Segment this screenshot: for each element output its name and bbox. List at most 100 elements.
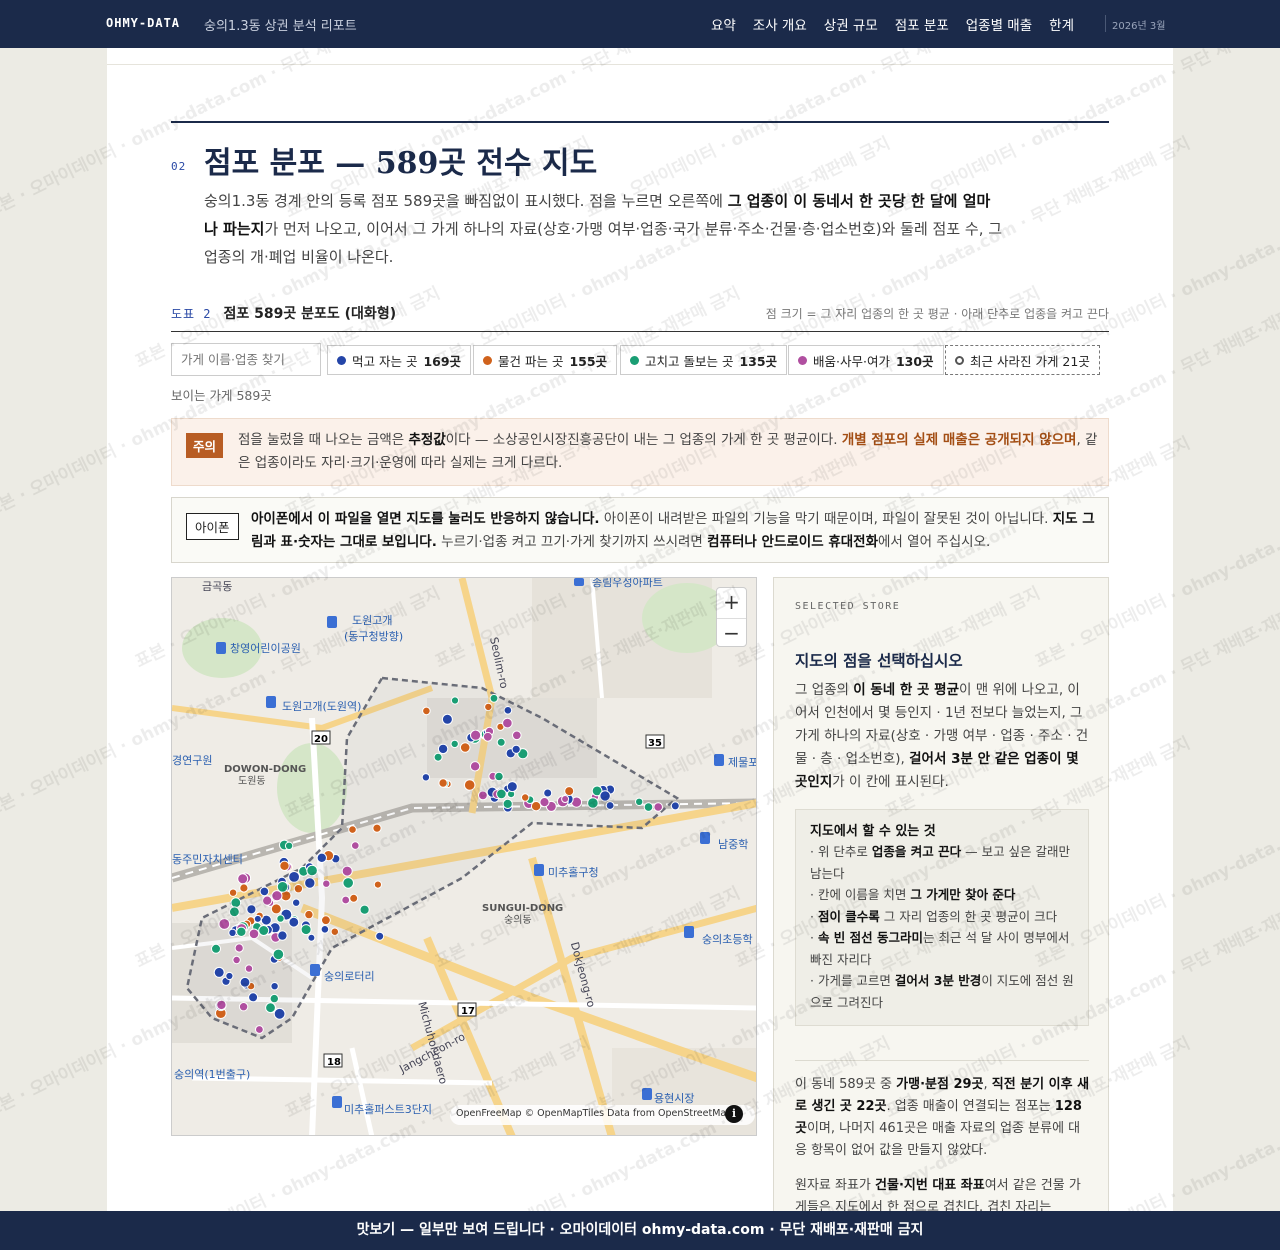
store-dot[interactable] bbox=[433, 752, 443, 762]
store-dot[interactable] bbox=[232, 955, 241, 965]
store-dot[interactable] bbox=[270, 903, 282, 915]
store-dot[interactable] bbox=[288, 871, 300, 883]
store-dot[interactable] bbox=[478, 790, 488, 801]
store-dot[interactable] bbox=[330, 927, 340, 936]
store-dot[interactable] bbox=[351, 841, 360, 850]
store-dot[interactable] bbox=[469, 761, 481, 772]
store-dot[interactable] bbox=[306, 864, 318, 877]
nav-item-scale[interactable]: 상권 규모 bbox=[824, 14, 878, 34]
store-dot[interactable] bbox=[246, 904, 257, 915]
store-dot[interactable] bbox=[239, 883, 249, 893]
store-dot[interactable] bbox=[239, 976, 251, 988]
store-dot[interactable] bbox=[229, 906, 240, 918]
store-dot[interactable] bbox=[255, 1025, 264, 1034]
store-dot[interactable] bbox=[228, 888, 238, 897]
store-dot[interactable] bbox=[262, 895, 273, 906]
store-search-input[interactable] bbox=[171, 343, 321, 376]
store-dot[interactable] bbox=[506, 781, 518, 793]
store-dot[interactable] bbox=[521, 793, 530, 802]
store-dot[interactable] bbox=[373, 880, 382, 889]
store-dot[interactable] bbox=[293, 884, 304, 894]
store-dot[interactable] bbox=[470, 729, 482, 741]
brand-logo[interactable]: OHMY-DATA bbox=[106, 16, 180, 30]
nav-item-sales[interactable]: 업종별 매출 bbox=[966, 14, 1032, 34]
store-dot[interactable] bbox=[437, 743, 449, 755]
store-dot[interactable] bbox=[272, 948, 285, 961]
store-dot[interactable] bbox=[511, 744, 521, 754]
store-dot[interactable] bbox=[605, 801, 615, 810]
filter-chip-food-lodging[interactable]: 먹고 자는 곳 169곳 bbox=[327, 345, 472, 375]
store-dot[interactable] bbox=[543, 788, 553, 798]
store-dot[interactable] bbox=[237, 873, 249, 885]
filter-chip-education-office[interactable]: 배움·사무·여가 130곳 bbox=[788, 345, 944, 375]
store-dot[interactable] bbox=[211, 943, 221, 954]
store-dot[interactable] bbox=[225, 971, 234, 981]
store-dot[interactable] bbox=[322, 879, 331, 888]
store-dot[interactable] bbox=[564, 786, 575, 797]
store-dot[interactable] bbox=[321, 915, 331, 926]
store-dot[interactable] bbox=[304, 877, 316, 889]
store-dot[interactable] bbox=[320, 925, 330, 934]
store-dot[interactable] bbox=[236, 926, 247, 937]
store-dot[interactable] bbox=[463, 779, 476, 791]
store-dot[interactable] bbox=[248, 928, 260, 940]
store-dot[interactable] bbox=[359, 904, 370, 915]
map-attribution[interactable]: OpenFreeMap © OpenMapTiles Data from Ope… bbox=[450, 1105, 755, 1125]
store-dot[interactable] bbox=[512, 730, 522, 741]
store-dot[interactable] bbox=[307, 933, 316, 942]
store-dot[interactable] bbox=[253, 914, 262, 923]
store-dot[interactable] bbox=[643, 802, 654, 812]
store-dot[interactable] bbox=[342, 877, 354, 889]
store-dot[interactable] bbox=[450, 696, 460, 705]
zoom-out-button[interactable]: − bbox=[717, 618, 746, 648]
store-dot[interactable] bbox=[459, 742, 471, 753]
store-dot[interactable] bbox=[489, 693, 499, 703]
store-dot[interactable] bbox=[503, 706, 513, 715]
store-dot[interactable] bbox=[258, 925, 270, 936]
nav-item-summary[interactable]: 요약 bbox=[711, 14, 736, 34]
store-dot[interactable] bbox=[273, 1007, 286, 1020]
store-dot[interactable] bbox=[238, 1002, 249, 1012]
store-dot[interactable] bbox=[248, 992, 259, 1003]
store-dot[interactable] bbox=[482, 731, 493, 742]
store-dot[interactable] bbox=[494, 771, 504, 782]
store-dot[interactable] bbox=[292, 898, 301, 907]
map-canvas[interactable]: 금곡동 도원고개 (동구청방향) 창영어린이공원 도원고개(도원역) 송림우성아… bbox=[172, 578, 757, 1136]
store-map[interactable]: 금곡동 도원고개 (동구청방향) 창영어린이공원 도원고개(도원역) 송림우성아… bbox=[171, 577, 757, 1136]
filter-chip-closed-stores[interactable]: 최근 사라진 가게 21곳 bbox=[945, 345, 1100, 375]
store-dot[interactable] bbox=[269, 993, 280, 1004]
store-dot[interactable] bbox=[234, 943, 244, 953]
store-dot[interactable] bbox=[653, 802, 664, 812]
store-dot[interactable] bbox=[228, 928, 237, 937]
store-dot[interactable] bbox=[213, 966, 225, 978]
store-dot[interactable] bbox=[484, 702, 493, 712]
store-dot[interactable] bbox=[218, 918, 231, 930]
nav-item-overview[interactable]: 조사 개요 bbox=[753, 14, 807, 34]
store-dot[interactable] bbox=[539, 797, 550, 808]
store-dot[interactable] bbox=[349, 893, 359, 903]
store-dot[interactable] bbox=[279, 860, 290, 871]
store-dot[interactable] bbox=[288, 916, 300, 928]
filter-chip-retail[interactable]: 물건 파는 곳 155곳 bbox=[473, 345, 618, 375]
store-dot[interactable] bbox=[375, 931, 385, 941]
zoom-in-button[interactable]: + bbox=[717, 588, 746, 618]
store-dot[interactable] bbox=[422, 706, 431, 716]
store-dot[interactable] bbox=[421, 773, 431, 782]
store-dot[interactable] bbox=[341, 865, 353, 877]
store-dot[interactable] bbox=[230, 897, 242, 909]
store-dot[interactable] bbox=[348, 825, 357, 834]
store-dot[interactable] bbox=[259, 886, 270, 897]
store-dot[interactable] bbox=[496, 737, 506, 747]
nav-item-limits[interactable]: 한계 bbox=[1049, 14, 1074, 34]
store-dot[interactable] bbox=[276, 914, 285, 923]
store-dot[interactable] bbox=[561, 795, 570, 803]
store-dot[interactable] bbox=[270, 982, 279, 991]
store-dot[interactable] bbox=[265, 1002, 276, 1014]
store-dot[interactable] bbox=[670, 801, 680, 811]
nav-item-distribution[interactable]: 점포 분포 bbox=[895, 14, 949, 34]
store-dot[interactable] bbox=[496, 788, 507, 800]
store-dot[interactable] bbox=[277, 930, 288, 941]
store-dot[interactable] bbox=[450, 739, 459, 749]
store-dot[interactable] bbox=[502, 798, 513, 809]
store-dot[interactable] bbox=[635, 797, 644, 807]
